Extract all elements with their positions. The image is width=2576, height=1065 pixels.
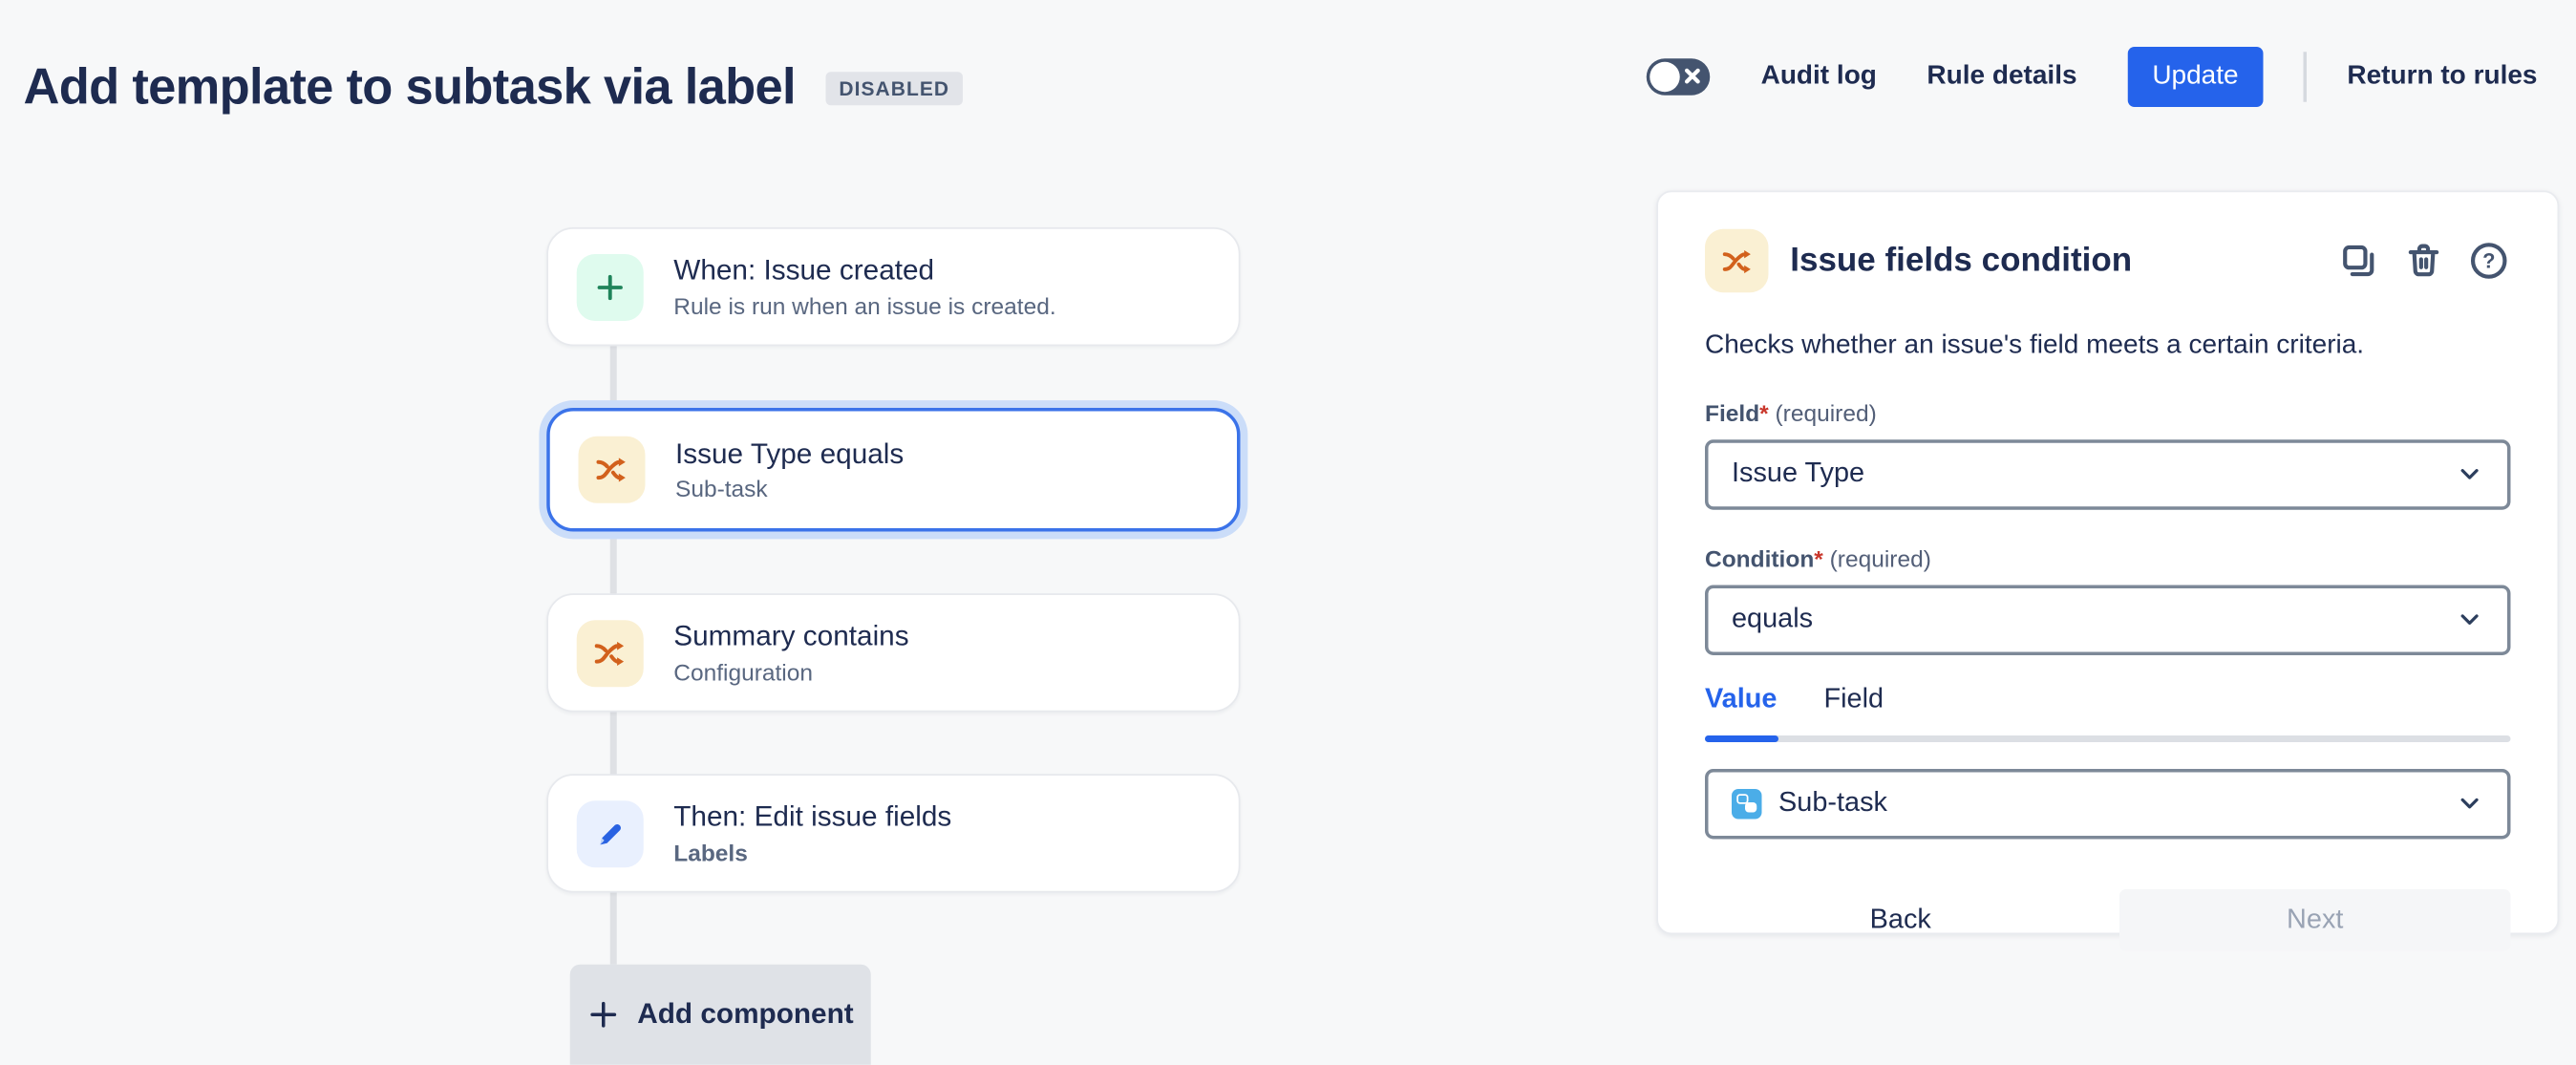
flow-node-action-edit-fields[interactable]: Then: Edit issue fields Labels [546,774,1240,892]
help-icon[interactable]: ? [2467,239,2511,283]
tab-field[interactable]: Field [1823,683,1884,716]
node-title: When: Issue created [673,254,1055,287]
tab-value[interactable]: Value [1705,683,1777,716]
tab-track [1705,735,2511,741]
toggle-knob [1650,62,1681,93]
field-label: Field* (required) [1705,399,2511,426]
node-title: Then: Edit issue fields [673,801,951,834]
node-subtitle: Labels [673,839,951,865]
flow-node-condition-issue-type[interactable]: Issue Type equals Sub-task [546,408,1240,532]
node-title: Issue Type equals [675,437,904,470]
flow-node-condition-summary[interactable]: Summary contains Configuration [546,593,1240,712]
node-subtitle: Configuration [673,658,908,685]
automation-rule-editor: Add template to subtask via label DISABL… [0,0,2576,1058]
node-subtitle: Rule is run when an issue is created. [673,292,1055,319]
value-field-tabs: Value Field [1705,683,2511,716]
rule-title-group: Add template to subtask via label DISABL… [24,60,964,117]
plus-trigger-icon [577,253,644,320]
panel-description: Checks whether an issue's field meets a … [1705,330,2511,364]
top-bar: Add template to subtask via label DISABL… [0,0,2576,154]
flow-node-trigger[interactable]: When: Issue created Rule is run when an … [546,227,1240,346]
rule-enabled-toggle[interactable] [1648,58,1712,96]
add-component-button[interactable]: Add component [570,965,871,1065]
pencil-action-icon [577,799,644,866]
delete-icon[interactable] [2402,239,2446,283]
panel-actions: ? [2337,239,2511,283]
add-component-label: Add component [637,998,853,1032]
audit-log-link[interactable]: Audit log [1761,62,1877,93]
panel-header: Issue fields condition [1705,229,2511,293]
shuffle-condition-icon [577,619,644,686]
value-select[interactable]: Sub-task [1705,768,2511,839]
condition-select[interactable]: equals [1705,585,2511,655]
shuffle-condition-icon [1705,229,1769,293]
status-badge: DISABLED [825,72,963,105]
header-divider [2304,52,2308,102]
shuffle-condition-icon [579,437,646,503]
node-subtitle: Sub-task [675,475,904,501]
chevron-down-icon [2456,606,2484,634]
back-button[interactable]: Back [1705,888,2097,950]
field-select[interactable]: Issue Type [1705,439,2511,510]
update-button[interactable]: Update [2127,48,2264,107]
toggle-off-x-icon [1684,67,1702,85]
plus-icon [587,998,621,1032]
chevron-down-icon [2456,789,2484,818]
header-controls: Audit log Rule details Update Return to … [1648,0,2538,154]
active-tab-indicator [1705,735,1778,741]
duplicate-icon[interactable] [2337,239,2381,283]
required-asterisk: * [1814,544,1823,571]
chevron-down-icon [2456,460,2484,489]
panel-footer-buttons: Back Next [1705,888,2511,950]
panel-title: Issue fields condition [1790,242,2315,280]
condition-config-panel: Issue fields condition [1656,191,2559,935]
required-asterisk: * [1759,399,1769,426]
rule-details-link[interactable]: Rule details [1927,62,2076,93]
condition-label: Condition* (required) [1705,544,2511,571]
subtask-type-icon [1732,788,1762,819]
node-title: Summary contains [673,621,908,653]
return-to-rules-link[interactable]: Return to rules [2347,62,2537,93]
page-title: Add template to subtask via label [24,60,796,117]
next-button[interactable]: Next [2119,888,2511,950]
svg-text:?: ? [2482,249,2495,273]
